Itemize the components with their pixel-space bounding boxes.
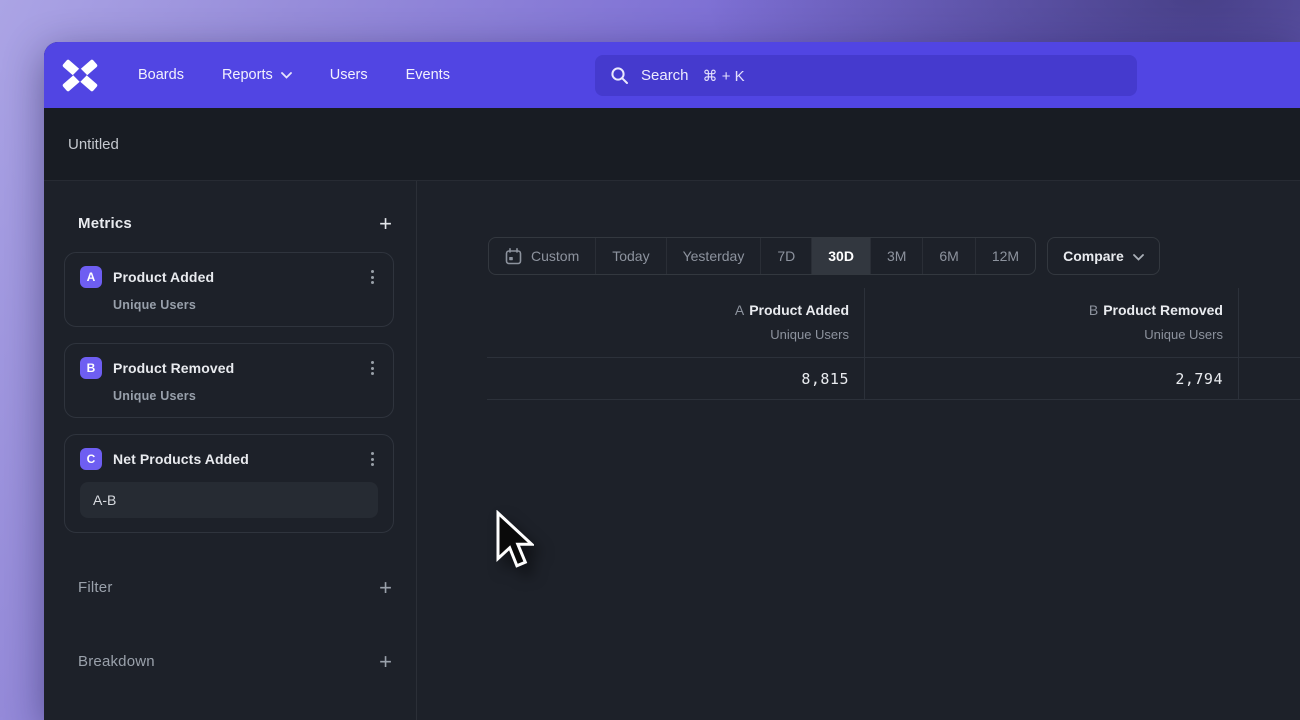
table-column-stub xyxy=(1238,288,1300,400)
metric-card-b[interactable]: B Product Removed Unique Users xyxy=(64,343,394,418)
table-value: 8,815 xyxy=(487,358,864,400)
tab-3m[interactable]: 3M xyxy=(870,238,922,274)
filter-section-header: Filter + xyxy=(78,579,392,596)
add-filter-button[interactable]: + xyxy=(379,580,392,596)
chevron-down-icon xyxy=(1133,248,1144,264)
metric-card-c[interactable]: C Net Products Added A-B xyxy=(64,434,394,533)
nav-item-users[interactable]: Users xyxy=(330,67,368,83)
metrics-section-header: Metrics + xyxy=(78,215,392,232)
doc-header: Untitled xyxy=(44,108,1300,181)
app-window: Boards Reports Users Events Search ⌘ + K… xyxy=(44,42,1300,720)
filter-label: Filter xyxy=(78,579,113,596)
mixpanel-logo-icon[interactable] xyxy=(62,59,98,92)
nav-item-events[interactable]: Events xyxy=(406,67,450,83)
search-input[interactable]: Search ⌘ + K xyxy=(595,55,1137,96)
compare-button[interactable]: Compare xyxy=(1047,237,1160,275)
search-placeholder: Search xyxy=(641,67,689,84)
table-column-header: AProduct Added Unique Users xyxy=(487,288,864,358)
report-main: Custom Today Yesterday 7D 30D 3M 6M 12M … xyxy=(417,181,1300,720)
search-icon xyxy=(610,66,629,85)
date-range-controls: Custom Today Yesterday 7D 30D 3M 6M 12M … xyxy=(488,237,1160,275)
metric-title: Product Added xyxy=(113,269,367,285)
chevron-down-icon xyxy=(281,67,292,83)
breakdown-section-header: Breakdown + xyxy=(78,653,392,670)
metric-badge-b: B xyxy=(80,357,102,379)
metric-measure[interactable]: Unique Users xyxy=(113,389,378,403)
table-column-header: BProduct Removed Unique Users xyxy=(865,288,1238,358)
tab-7d[interactable]: 7D xyxy=(760,238,811,274)
nav-item-boards[interactable]: Boards xyxy=(138,67,184,83)
search-shortcut: ⌘ + K xyxy=(703,67,745,85)
date-range-segmented-control: Custom Today Yesterday 7D 30D 3M 6M 12M xyxy=(488,237,1036,275)
metric-measure[interactable]: Unique Users xyxy=(113,298,378,312)
tab-custom[interactable]: Custom xyxy=(489,238,595,274)
table-value: 2,794 xyxy=(865,358,1238,400)
tab-yesterday[interactable]: Yesterday xyxy=(666,238,761,274)
doc-title[interactable]: Untitled xyxy=(68,136,119,153)
metrics-label: Metrics xyxy=(78,215,132,232)
calendar-icon xyxy=(505,248,522,265)
top-navbar: Boards Reports Users Events Search ⌘ + K xyxy=(44,42,1300,108)
metric-title: Net Products Added xyxy=(113,451,367,467)
tab-6m[interactable]: 6M xyxy=(922,238,974,274)
nav-items: Boards Reports Users Events xyxy=(138,67,450,83)
metric-badge-c: C xyxy=(80,448,102,470)
add-metric-button[interactable]: + xyxy=(379,216,392,232)
tab-12m[interactable]: 12M xyxy=(975,238,1035,274)
formula-input[interactable]: A-B xyxy=(80,482,378,518)
tab-30d-selected[interactable]: 30D xyxy=(811,238,870,274)
metric-card-a[interactable]: A Product Added Unique Users xyxy=(64,252,394,327)
kebab-menu-icon[interactable] xyxy=(367,359,378,377)
metric-title: Product Removed xyxy=(113,360,367,376)
kebab-menu-icon[interactable] xyxy=(367,450,378,468)
table-column-a: AProduct Added Unique Users 8,815 xyxy=(487,288,864,400)
add-breakdown-button[interactable]: + xyxy=(379,654,392,670)
metric-badge-a: A xyxy=(80,266,102,288)
tab-today[interactable]: Today xyxy=(595,238,665,274)
kebab-menu-icon[interactable] xyxy=(367,268,378,286)
query-sidebar: Metrics + A Product Added Unique Users B… xyxy=(44,181,417,720)
table-column-b: BProduct Removed Unique Users 2,794 xyxy=(864,288,1238,400)
nav-item-reports[interactable]: Reports xyxy=(222,67,292,83)
metrics-table: AProduct Added Unique Users 8,815 BProdu… xyxy=(487,288,1300,400)
breakdown-label: Breakdown xyxy=(78,653,155,670)
